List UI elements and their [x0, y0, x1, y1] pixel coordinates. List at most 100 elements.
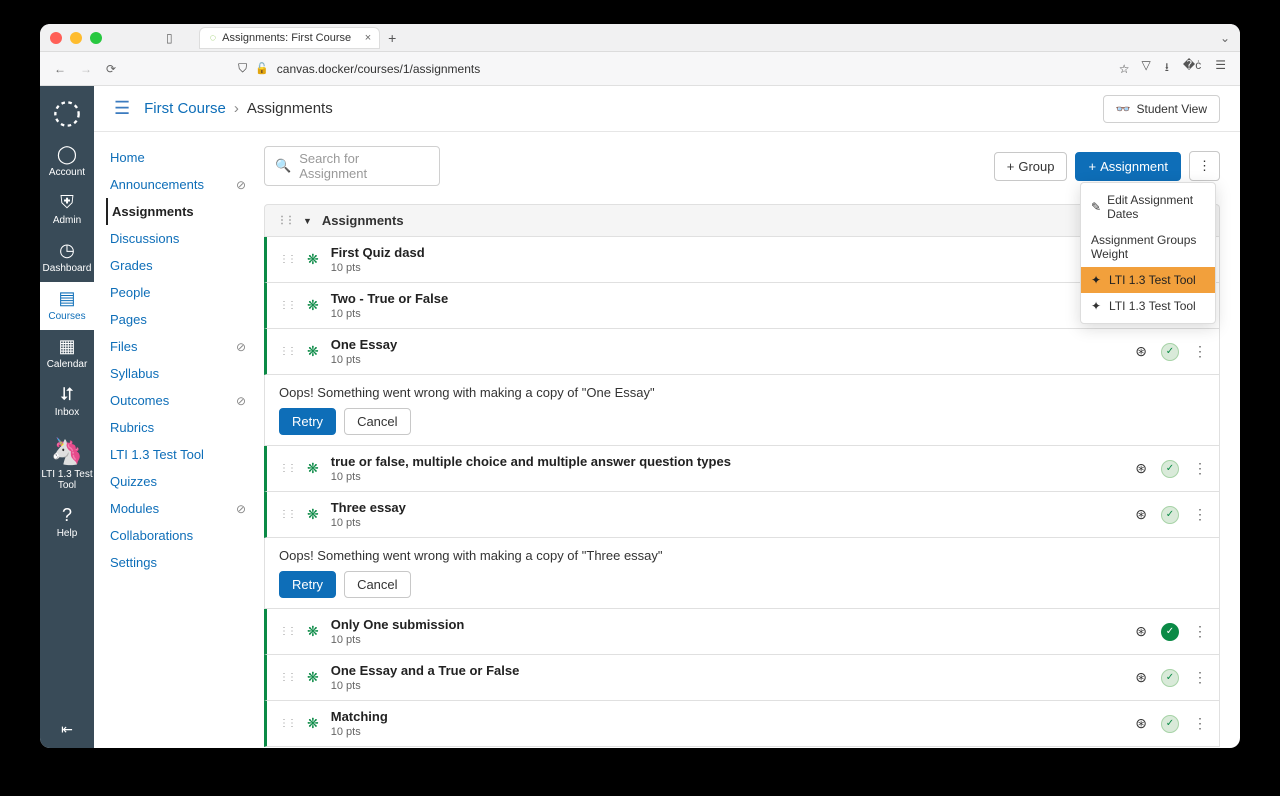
- new-tab-button[interactable]: +: [388, 30, 396, 46]
- drag-handle-icon[interactable]: ⋮⋮: [279, 300, 295, 311]
- assignment-row[interactable]: ⋮⋮❋true or false, multiple choice and mu…: [264, 446, 1220, 492]
- nav-dashboard[interactable]: ◷Dashboard: [40, 234, 94, 282]
- window-titlebar: ▯ ◌ Assignments: First Course × + ⌄: [40, 24, 1240, 52]
- drag-handle-icon[interactable]: ⋮⋮: [277, 215, 293, 226]
- nav-calendar[interactable]: ▦Calendar: [40, 330, 94, 378]
- assignment-row[interactable]: ⋮⋮❋One Essay and a True or False10 pts⊛✓…: [264, 655, 1220, 701]
- nav-account[interactable]: ◯Account: [40, 138, 94, 186]
- menu-icon[interactable]: ☰: [1215, 58, 1226, 79]
- url-field[interactable]: ⛉ 🔓 canvas.docker/courses/1/assignments …: [128, 61, 1129, 76]
- cancel-button[interactable]: Cancel: [344, 408, 410, 435]
- breadcrumb-course[interactable]: First Course: [144, 100, 226, 117]
- coursenav-item[interactable]: Assignments: [106, 198, 254, 225]
- drag-handle-icon[interactable]: ⋮⋮: [279, 718, 295, 729]
- close-tab-icon[interactable]: ×: [365, 32, 371, 44]
- row-menu-icon[interactable]: ⋮: [1193, 343, 1207, 360]
- blueprint-icon[interactable]: ⊛: [1135, 623, 1147, 640]
- zoom-window-button[interactable]: [90, 32, 102, 44]
- assignment-row[interactable]: ⋮⋮❋One Essay10 pts⊛✓⋮: [264, 329, 1220, 375]
- browser-tab[interactable]: ◌ Assignments: First Course ×: [199, 27, 381, 49]
- coursenav-item[interactable]: Settings: [110, 549, 254, 576]
- row-menu-icon[interactable]: ⋮: [1193, 623, 1207, 640]
- blueprint-icon[interactable]: ⊛: [1135, 669, 1147, 686]
- nav-help[interactable]: ?Help: [40, 499, 94, 547]
- coursenav-item[interactable]: Files⊘: [110, 333, 254, 360]
- drag-handle-icon[interactable]: ⋮⋮: [279, 346, 295, 357]
- drag-handle-icon[interactable]: ⋮⋮: [279, 463, 295, 474]
- sidebar-toggle-icon[interactable]: ▯: [166, 31, 173, 45]
- blueprint-icon[interactable]: ⊛: [1135, 506, 1147, 523]
- coursenav-item[interactable]: Pages: [110, 306, 254, 333]
- assignment-title: One Essay and a True or False: [331, 663, 1124, 678]
- row-menu-icon[interactable]: ⋮: [1193, 460, 1207, 477]
- coursenav-item[interactable]: Modules⊘: [110, 495, 254, 522]
- close-window-button[interactable]: [50, 32, 62, 44]
- help-icon: ?: [62, 505, 72, 526]
- row-menu-icon[interactable]: ⋮: [1193, 506, 1207, 523]
- coursenav-item[interactable]: Outcomes⊘: [110, 387, 254, 414]
- nav-lti-tool[interactable]: 🦄LTI 1.3 Test Tool: [40, 430, 94, 499]
- published-icon[interactable]: ✓: [1161, 343, 1179, 361]
- assignment-row[interactable]: ⋮⋮❋Matching10 pts⊛✓⋮: [264, 701, 1220, 747]
- retry-button[interactable]: Retry: [279, 408, 336, 435]
- published-icon[interactable]: ✓: [1161, 669, 1179, 687]
- assignment-row[interactable]: ⋮⋮❋First Quiz dasd10 pts: [264, 237, 1220, 283]
- row-menu-icon[interactable]: ⋮: [1193, 669, 1207, 686]
- assignments-toolbar: 🔍 Search for Assignment +Group +Assignme…: [264, 146, 1220, 186]
- pocket-icon[interactable]: ▽: [1141, 58, 1150, 79]
- retry-button[interactable]: Retry: [279, 571, 336, 598]
- back-button[interactable]: ←: [54, 62, 66, 76]
- assignment-row[interactable]: ⋮⋮❋Three essay10 pts⊛✓⋮: [264, 492, 1220, 538]
- bookmark-star-icon[interactable]: ☆: [1119, 62, 1130, 76]
- published-icon[interactable]: ✓: [1161, 460, 1179, 478]
- nav-courses[interactable]: ▤Courses: [40, 282, 94, 330]
- blueprint-icon[interactable]: ⊛: [1135, 343, 1147, 360]
- coursenav-item[interactable]: Discussions: [110, 225, 254, 252]
- assignment-row[interactable]: ⋮⋮❋Two - True or False10 pts⊛✓⋮: [264, 283, 1220, 329]
- minimize-window-button[interactable]: [70, 32, 82, 44]
- more-options-button[interactable]: ⋮: [1189, 151, 1220, 181]
- add-group-button[interactable]: +Group: [994, 152, 1068, 181]
- coursenav-item[interactable]: Quizzes: [110, 468, 254, 495]
- row-menu-icon[interactable]: ⋮: [1193, 715, 1207, 732]
- drag-handle-icon[interactable]: ⋮⋮: [279, 509, 295, 520]
- blueprint-icon[interactable]: ⊛: [1135, 460, 1147, 477]
- nav-inbox[interactable]: ⮃Inbox: [40, 378, 94, 426]
- coursenav-item[interactable]: Collaborations: [110, 522, 254, 549]
- chevron-down-icon[interactable]: ▼: [303, 216, 312, 226]
- canvas-logo: [53, 100, 81, 128]
- coursenav-item[interactable]: People: [110, 279, 254, 306]
- published-icon[interactable]: ✓: [1161, 715, 1179, 733]
- coursenav-item[interactable]: Announcements⊘: [110, 171, 254, 198]
- extensions-icon[interactable]: �ċ: [1183, 58, 1201, 79]
- tabs-overflow-icon[interactable]: ⌄: [1220, 31, 1230, 45]
- coursenav-item[interactable]: Syllabus: [110, 360, 254, 387]
- assignment-row[interactable]: ⋮⋮❋Only One submission10 pts⊛✓⋮: [264, 609, 1220, 655]
- drag-handle-icon[interactable]: ⋮⋮: [279, 672, 295, 683]
- published-icon[interactable]: ✓: [1161, 506, 1179, 524]
- dropdown-item[interactable]: Assignment Groups Weight: [1081, 227, 1215, 267]
- forward-button[interactable]: →: [80, 62, 92, 76]
- drag-handle-icon[interactable]: ⋮⋮: [279, 254, 295, 265]
- dropdown-item[interactable]: ✎Edit Assignment Dates: [1081, 187, 1215, 227]
- coursenav-item[interactable]: LTI 1.3 Test Tool: [110, 441, 254, 468]
- blueprint-icon[interactable]: ⊛: [1135, 715, 1147, 732]
- cancel-button[interactable]: Cancel: [344, 571, 410, 598]
- coursenav-item[interactable]: Grades: [110, 252, 254, 279]
- reload-button[interactable]: ⟳: [106, 62, 116, 76]
- add-assignment-button[interactable]: +Assignment: [1075, 152, 1181, 181]
- coursenav-item[interactable]: Home: [110, 144, 254, 171]
- downloads-icon[interactable]: ⭳: [1165, 58, 1169, 79]
- search-input[interactable]: 🔍 Search for Assignment: [264, 146, 440, 186]
- assignment-group-header[interactable]: ⋮⋮ ▼ Assignments: [264, 204, 1220, 237]
- drag-handle-icon[interactable]: ⋮⋮: [279, 626, 295, 637]
- coursenav-item[interactable]: Rubrics: [110, 414, 254, 441]
- tab-title: Assignments: First Course: [222, 32, 351, 44]
- dropdown-item[interactable]: ✦LTI 1.3 Test Tool: [1081, 267, 1215, 293]
- dropdown-item[interactable]: ✦LTI 1.3 Test Tool: [1081, 293, 1215, 319]
- published-icon[interactable]: ✓: [1161, 623, 1179, 641]
- collapse-nav-icon[interactable]: ⇤: [61, 721, 73, 738]
- student-view-button[interactable]: 👓 Student View: [1103, 95, 1220, 123]
- course-menu-toggle[interactable]: ☰: [114, 98, 130, 119]
- nav-admin[interactable]: ⛨Admin: [40, 186, 94, 234]
